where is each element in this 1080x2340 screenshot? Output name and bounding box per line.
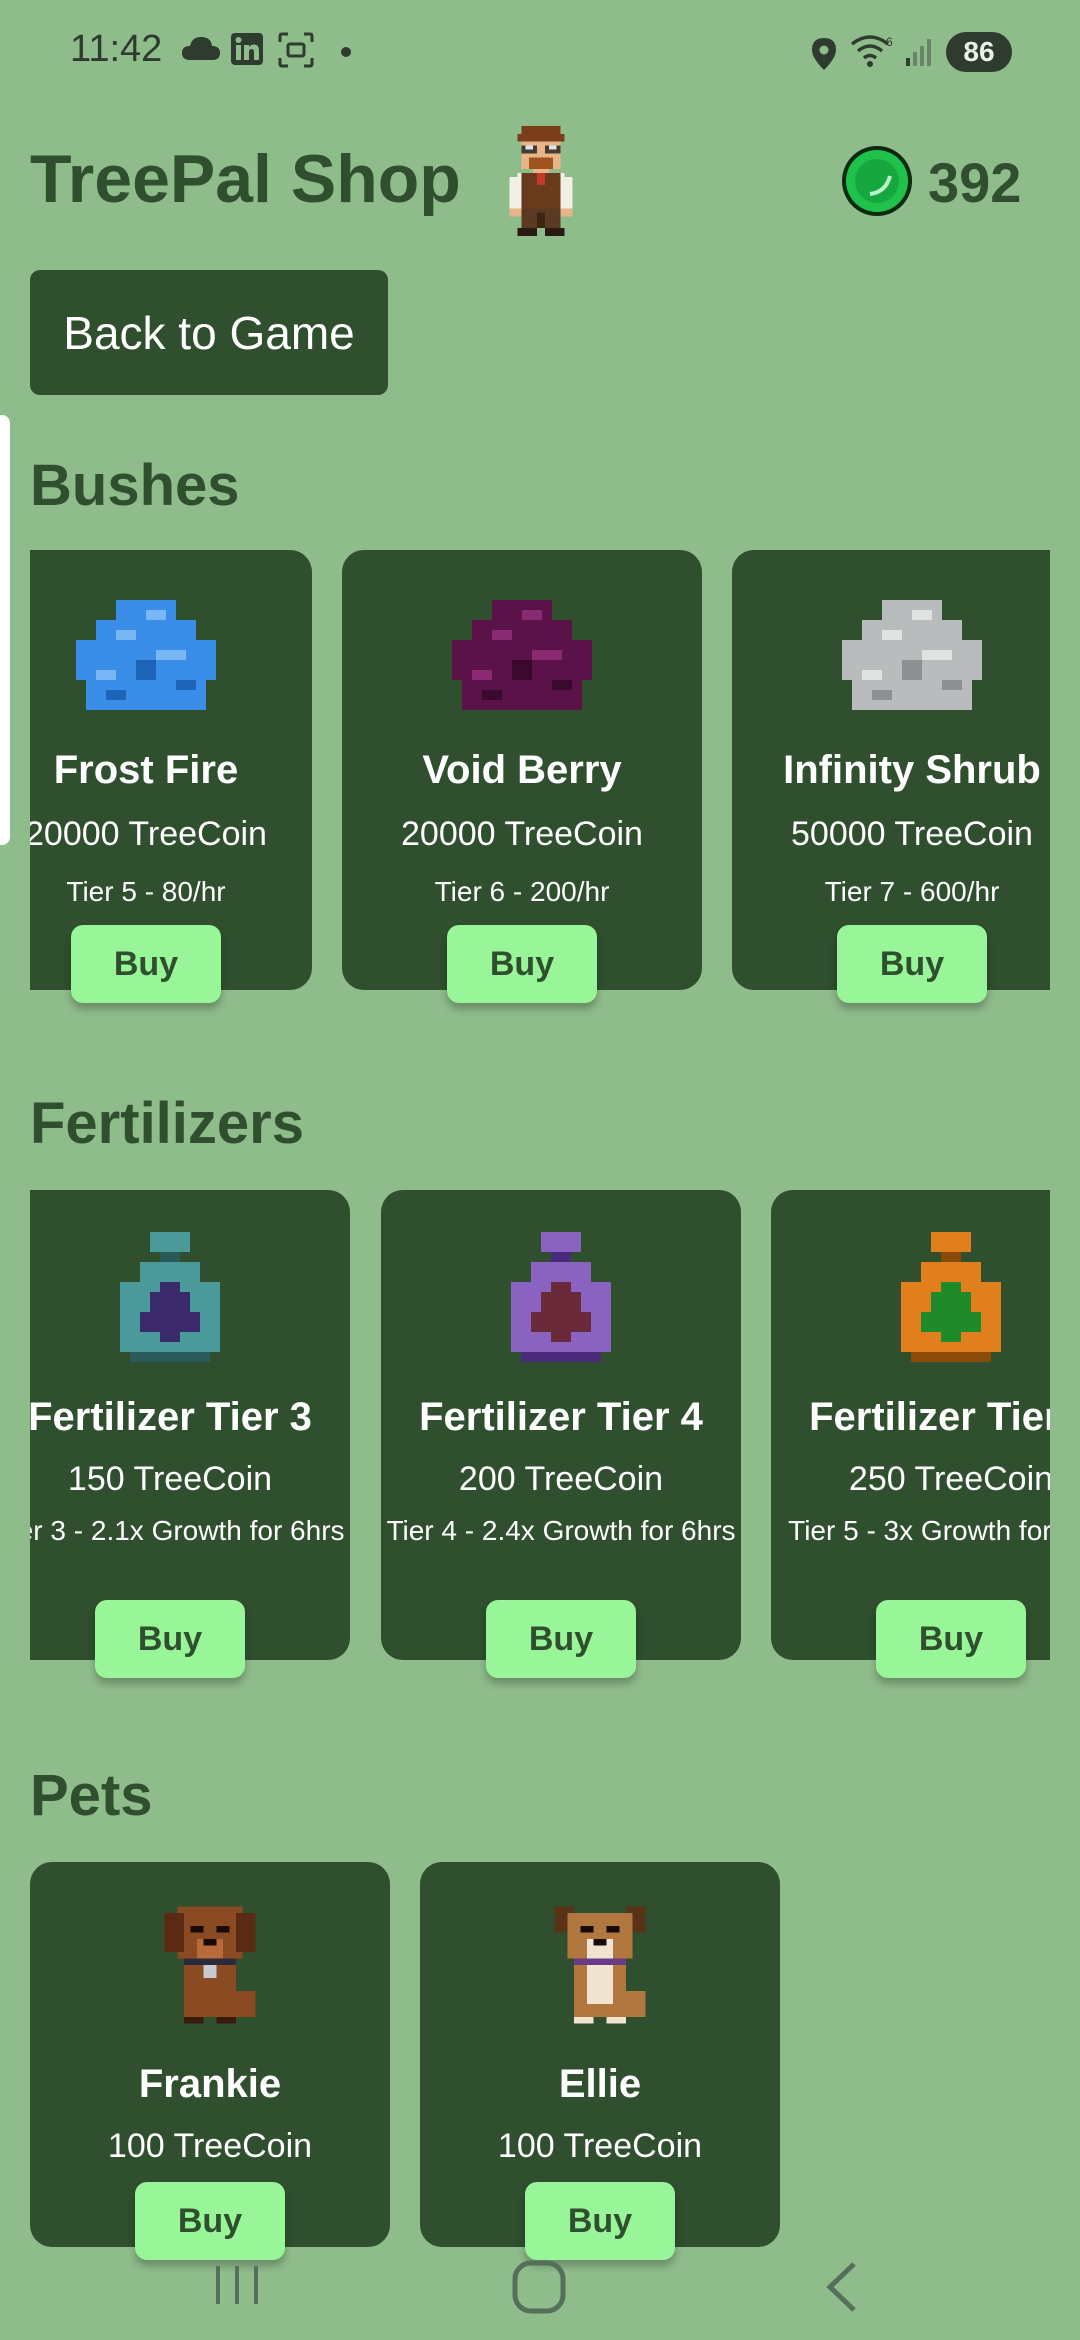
- item-description: Tier 3 - 2.1x Growth for 6hrs: [30, 1515, 345, 1546]
- recent-apps-icon[interactable]: [212, 2262, 262, 2308]
- infinity-shrub-bush-icon: [842, 600, 982, 710]
- status-time: 11:42: [70, 28, 163, 70]
- frankie-dog-icon: [164, 1906, 256, 2024]
- page-title: TreePal Shop: [30, 141, 461, 217]
- buy-button[interactable]: Buy: [837, 925, 987, 1003]
- item-price: 20000 TreeCoin: [401, 815, 643, 853]
- item-description: Tier 6 - 200/hr: [434, 876, 610, 907]
- bush-image: [732, 590, 1050, 720]
- item-description: Tier 5 - 80/hr: [66, 876, 226, 907]
- edge-panel-handle[interactable]: [0, 415, 10, 845]
- fertilizer-image: [30, 1232, 350, 1362]
- fertilizer-image: [771, 1232, 1050, 1362]
- shop-card-fertilizer-tier-3: Fertilizer Tier 3 150 TreeCoin Tier 3 - …: [30, 1190, 350, 1678]
- fertilizer-bag-icon: [901, 1232, 1001, 1362]
- cloud-icon: [182, 37, 220, 60]
- item-price: 250 TreeCoin: [848, 1460, 1050, 1498]
- signal-icon: [906, 39, 931, 66]
- dot-icon: [341, 47, 351, 57]
- shopkeeper-avatar: [509, 125, 573, 237]
- shop-card-ellie: Ellie 100 TreeCoin Buy: [420, 1862, 780, 2260]
- coin-balance: 392: [928, 151, 1022, 214]
- item-price: 100 TreeCoin: [107, 2127, 313, 2165]
- pet-image: [420, 1900, 780, 2030]
- coin-icon: [842, 146, 912, 216]
- section-title-bushes: Bushes: [30, 453, 240, 518]
- item-description: Tier 5 - 3x Growth for 6hrs: [788, 1515, 1050, 1546]
- linkedin-icon: [231, 33, 263, 65]
- void-berry-bush-icon: [452, 600, 592, 710]
- fertilizers-row[interactable]: Fertilizer Tier 3 150 TreeCoin Tier 3 - …: [30, 1190, 1050, 1690]
- ellie-dog-icon: [554, 1906, 646, 2024]
- buy-button[interactable]: Buy: [95, 1600, 245, 1678]
- shop-card-void-berry: Void Berry 20000 TreeCoin Tier 6 - 200/h…: [342, 550, 702, 1003]
- shop-card-fertilizer-tier-4: Fertilizer Tier 4 200 TreeCoin Tier 4 - …: [381, 1190, 741, 1678]
- item-description: Tier 4 - 2.4x Growth for 6hrs: [386, 1515, 736, 1546]
- section-title-pets: Pets: [30, 1763, 153, 1828]
- shop-card-fertilizer-tier-5: Fertilizer Tier 5 250 TreeCoin Tier 5 - …: [771, 1190, 1050, 1678]
- item-name: Ellie: [558, 2062, 642, 2106]
- fertilizer-bag-icon: [120, 1232, 220, 1362]
- system-navigation-bar: [0, 2240, 1080, 2340]
- fertilizer-image: [381, 1232, 741, 1362]
- back-to-game-button[interactable]: Back to Game: [30, 270, 388, 395]
- wifi-icon: 6: [850, 35, 893, 67]
- home-icon[interactable]: [510, 2258, 568, 2316]
- bush-image: [342, 590, 702, 720]
- item-price: 100 TreeCoin: [497, 2127, 703, 2165]
- pets-row[interactable]: Frankie 100 TreeCoin Buy Ellie 100 TreeC…: [30, 1862, 1050, 2272]
- screenshot-icon: [278, 32, 314, 68]
- svg-text:6: 6: [886, 35, 893, 49]
- item-name: Infinity Shrub: [783, 748, 1041, 792]
- item-price: 50000 TreeCoin: [791, 815, 1033, 853]
- item-name: Fertilizer Tier 4: [419, 1395, 703, 1439]
- bush-image: [30, 590, 312, 720]
- buy-button[interactable]: Buy: [447, 925, 597, 1003]
- buy-button[interactable]: Buy: [486, 1600, 636, 1678]
- location-icon: [812, 38, 836, 70]
- status-bar: 11:42 6 86: [0, 0, 1080, 105]
- battery-indicator: 86: [946, 32, 1012, 72]
- item-name: Fertilizer Tier 5: [809, 1395, 1050, 1439]
- shop-card-frost-fire: Frost Fire 20000 TreeCoin Tier 5 - 80/hr…: [30, 550, 312, 1003]
- back-icon[interactable]: [822, 2260, 862, 2314]
- item-name: Fertilizer Tier 3: [30, 1395, 312, 1439]
- item-name: Void Berry: [422, 748, 622, 792]
- item-price: 200 TreeCoin: [458, 1460, 664, 1498]
- buy-button[interactable]: Buy: [71, 925, 221, 1003]
- shop-card-frankie: Frankie 100 TreeCoin Buy: [30, 1862, 390, 2260]
- pet-image: [30, 1900, 390, 2030]
- shop-card-infinity-shrub: Infinity Shrub 50000 TreeCoin Tier 7 - 6…: [732, 550, 1050, 1003]
- section-title-fertilizers: Fertilizers: [30, 1091, 304, 1156]
- frost-fire-bush-icon: [76, 600, 216, 710]
- item-description: Tier 7 - 600/hr: [824, 876, 1000, 907]
- bushes-row[interactable]: Frost Fire 20000 TreeCoin Tier 5 - 80/hr…: [30, 550, 1050, 1020]
- buy-button[interactable]: Buy: [876, 1600, 1026, 1678]
- item-name: Frankie: [138, 2062, 282, 2106]
- fertilizer-bag-icon: [511, 1232, 611, 1362]
- item-price: 150 TreeCoin: [67, 1460, 273, 1498]
